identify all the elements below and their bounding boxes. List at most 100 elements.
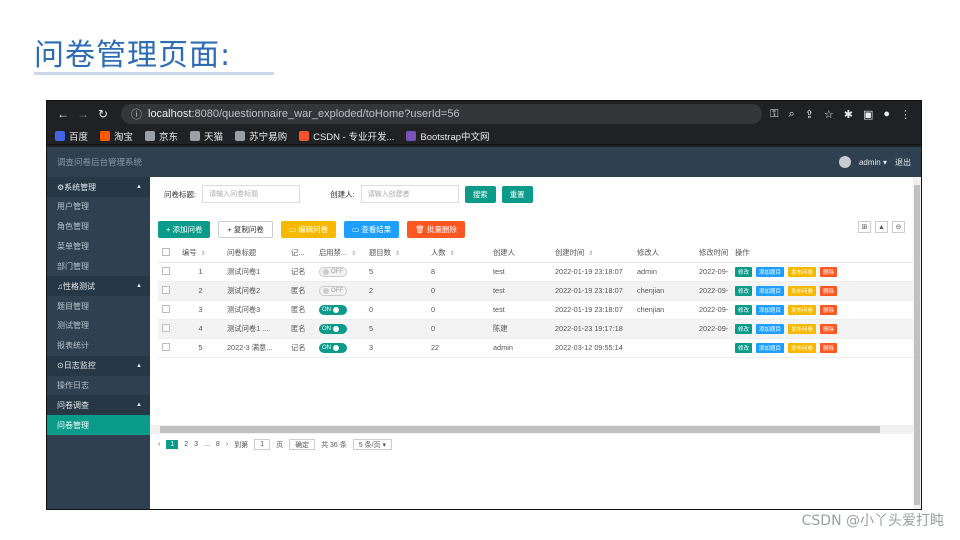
- scroll-thumb[interactable]: [160, 426, 880, 433]
- sidebar-item[interactable]: 操作日志: [47, 376, 150, 396]
- logout-link[interactable]: 退出: [895, 157, 911, 168]
- action-button[interactable]: 删除: [820, 323, 838, 334]
- action-button[interactable]: 修改: [735, 285, 753, 296]
- sidebar-item[interactable]: 报表统计: [47, 336, 150, 356]
- bookmark[interactable]: Bootstrap中文网: [406, 129, 490, 143]
- vertical-scrollbar[interactable]: [913, 177, 921, 509]
- toolbar-button[interactable]: 🗑 批量删除: [407, 221, 465, 238]
- action-button[interactable]: 删除: [820, 342, 838, 353]
- url-field[interactable]: ⓘ localhost :8080/questionnaire_war_expl…: [121, 104, 763, 124]
- toolbar-button[interactable]: + 复制问卷: [218, 221, 273, 238]
- table-row[interactable]: 3 测试问卷3 匿名 ON 0 0 test 2022-01-19 23:18:07 chenj…: [158, 300, 914, 320]
- action-button[interactable]: 发布问卷: [788, 266, 817, 277]
- title-search-input[interactable]: 请输入问卷标题: [202, 185, 301, 203]
- column-header[interactable]: 题目数 ⇕: [365, 245, 427, 263]
- table-tool-icon[interactable]: ⊞: [858, 221, 871, 233]
- zoom-icon[interactable]: ⌕: [788, 108, 794, 121]
- star-icon[interactable]: ☆: [824, 108, 834, 121]
- sidepanel-icon[interactable]: ▣: [863, 108, 873, 121]
- sort-icon[interactable]: ⇕: [351, 251, 356, 257]
- reload-icon[interactable]: ↻: [93, 107, 113, 121]
- bookmark[interactable]: CSDN - 专业开发...: [299, 129, 394, 143]
- action-button[interactable]: 发布问卷: [788, 285, 817, 296]
- pager-page-input[interactable]: 1: [254, 439, 271, 450]
- sidebar-item[interactable]: 部门管理: [47, 256, 150, 276]
- pager-size[interactable]: 5 条/页 ▾: [352, 439, 392, 450]
- sort-icon[interactable]: ⇕: [588, 251, 593, 257]
- enable-toggle[interactable]: ON: [319, 343, 347, 353]
- sidebar-item[interactable]: 菜单管理: [47, 237, 150, 257]
- column-header[interactable]: 人数 ⇕: [427, 245, 489, 263]
- action-button[interactable]: 修改: [735, 266, 753, 277]
- enable-toggle[interactable]: ON: [319, 305, 347, 315]
- action-button[interactable]: 添加题目: [756, 342, 785, 353]
- enable-toggle[interactable]: OFF: [319, 266, 347, 277]
- sort-icon[interactable]: ⇕: [450, 251, 455, 257]
- bookmark[interactable]: 京东: [145, 129, 178, 143]
- prev-page-icon[interactable]: ‹: [158, 441, 160, 448]
- extensions-icon[interactable]: ✱: [844, 108, 853, 121]
- key-icon[interactable]: ⚿: [770, 108, 778, 121]
- action-button[interactable]: 修改: [735, 342, 753, 353]
- bookmark[interactable]: 苏宁易购: [235, 129, 287, 143]
- column-header[interactable]: 修改时间: [695, 245, 731, 263]
- menu-icon[interactable]: ⋮: [900, 108, 911, 121]
- action-button[interactable]: 删除: [820, 285, 838, 296]
- table-tool-icon[interactable]: ⊖: [892, 221, 905, 233]
- column-header[interactable]: 修改人: [633, 245, 695, 263]
- column-header[interactable]: 创建人: [489, 245, 551, 263]
- search-button[interactable]: 搜索: [464, 185, 496, 203]
- row-checkbox[interactable]: [162, 342, 170, 351]
- row-checkbox[interactable]: [162, 304, 170, 313]
- user-menu[interactable]: admin ▾: [859, 158, 887, 167]
- sidebar-group[interactable]: ⚙系统管理 ▲: [47, 177, 150, 197]
- reset-button[interactable]: 重置: [501, 185, 533, 203]
- page-number[interactable]: ...: [204, 441, 210, 448]
- back-icon[interactable]: ←: [53, 107, 73, 121]
- action-button[interactable]: 发布问卷: [788, 304, 817, 315]
- creator-search-input[interactable]: 请输入创建者: [360, 185, 459, 203]
- column-header[interactable]: [158, 245, 178, 263]
- row-checkbox[interactable]: [162, 285, 170, 294]
- bookmark[interactable]: 淘宝: [100, 129, 133, 143]
- share-icon[interactable]: ⇪: [805, 108, 814, 121]
- action-button[interactable]: 添加题目: [756, 285, 785, 296]
- next-page-icon[interactable]: ›: [226, 441, 228, 448]
- column-header[interactable]: 记...: [287, 245, 315, 263]
- column-header[interactable]: 编号 ⇕: [178, 245, 223, 263]
- action-button[interactable]: 修改: [735, 304, 753, 315]
- sidebar-group[interactable]: 问卷调查 ▲: [47, 395, 150, 416]
- column-header[interactable]: 操作: [731, 245, 914, 263]
- table-row[interactable]: 5 2022-3 满意... 记名 ON 3 22 admin 2022-03-12 09:5…: [158, 338, 914, 358]
- row-checkbox[interactable]: [162, 266, 170, 275]
- sidebar-item[interactable]: 测试管理: [47, 316, 150, 336]
- avatar[interactable]: [838, 156, 851, 168]
- sidebar-group[interactable]: ♫性格测试 ▲: [47, 276, 150, 297]
- bookmark[interactable]: 天猫: [190, 129, 223, 143]
- sidebar-item[interactable]: 题目管理: [47, 296, 150, 316]
- page-number[interactable]: 2: [184, 441, 188, 448]
- pager-confirm[interactable]: 确定: [289, 439, 316, 450]
- enable-toggle[interactable]: OFF: [319, 285, 347, 296]
- action-button[interactable]: 添加题目: [756, 266, 785, 277]
- bookmark[interactable]: 百度: [55, 129, 88, 143]
- action-button[interactable]: 修改: [735, 323, 753, 334]
- column-header[interactable]: 启用禁... ⇕: [315, 245, 365, 263]
- sort-icon[interactable]: ⇕: [201, 251, 206, 257]
- horizontal-scrollbar[interactable]: [150, 425, 913, 434]
- sort-icon[interactable]: ⇕: [395, 251, 400, 257]
- action-button[interactable]: 添加题目: [756, 304, 785, 315]
- table-row[interactable]: 4 测试问卷1 ... 匿名 ON 5 0 陈建 2022-01-23 19:17:18 202…: [158, 319, 914, 339]
- action-button[interactable]: 发布问卷: [788, 323, 817, 334]
- toolbar-button[interactable]: ▭ 查看结果: [344, 221, 400, 238]
- action-button[interactable]: 添加题目: [756, 323, 785, 334]
- sidebar-item[interactable]: 用户管理: [47, 197, 150, 217]
- page-number[interactable]: 8: [216, 441, 220, 448]
- select-all-checkbox[interactable]: [162, 248, 170, 257]
- enable-toggle[interactable]: ON: [319, 324, 347, 334]
- profile-icon[interactable]: ●: [883, 108, 890, 121]
- page-number[interactable]: 1: [166, 440, 179, 449]
- action-button[interactable]: 删除: [820, 266, 838, 277]
- page-number[interactable]: 3: [194, 441, 198, 448]
- scroll-thumb[interactable]: [914, 185, 920, 505]
